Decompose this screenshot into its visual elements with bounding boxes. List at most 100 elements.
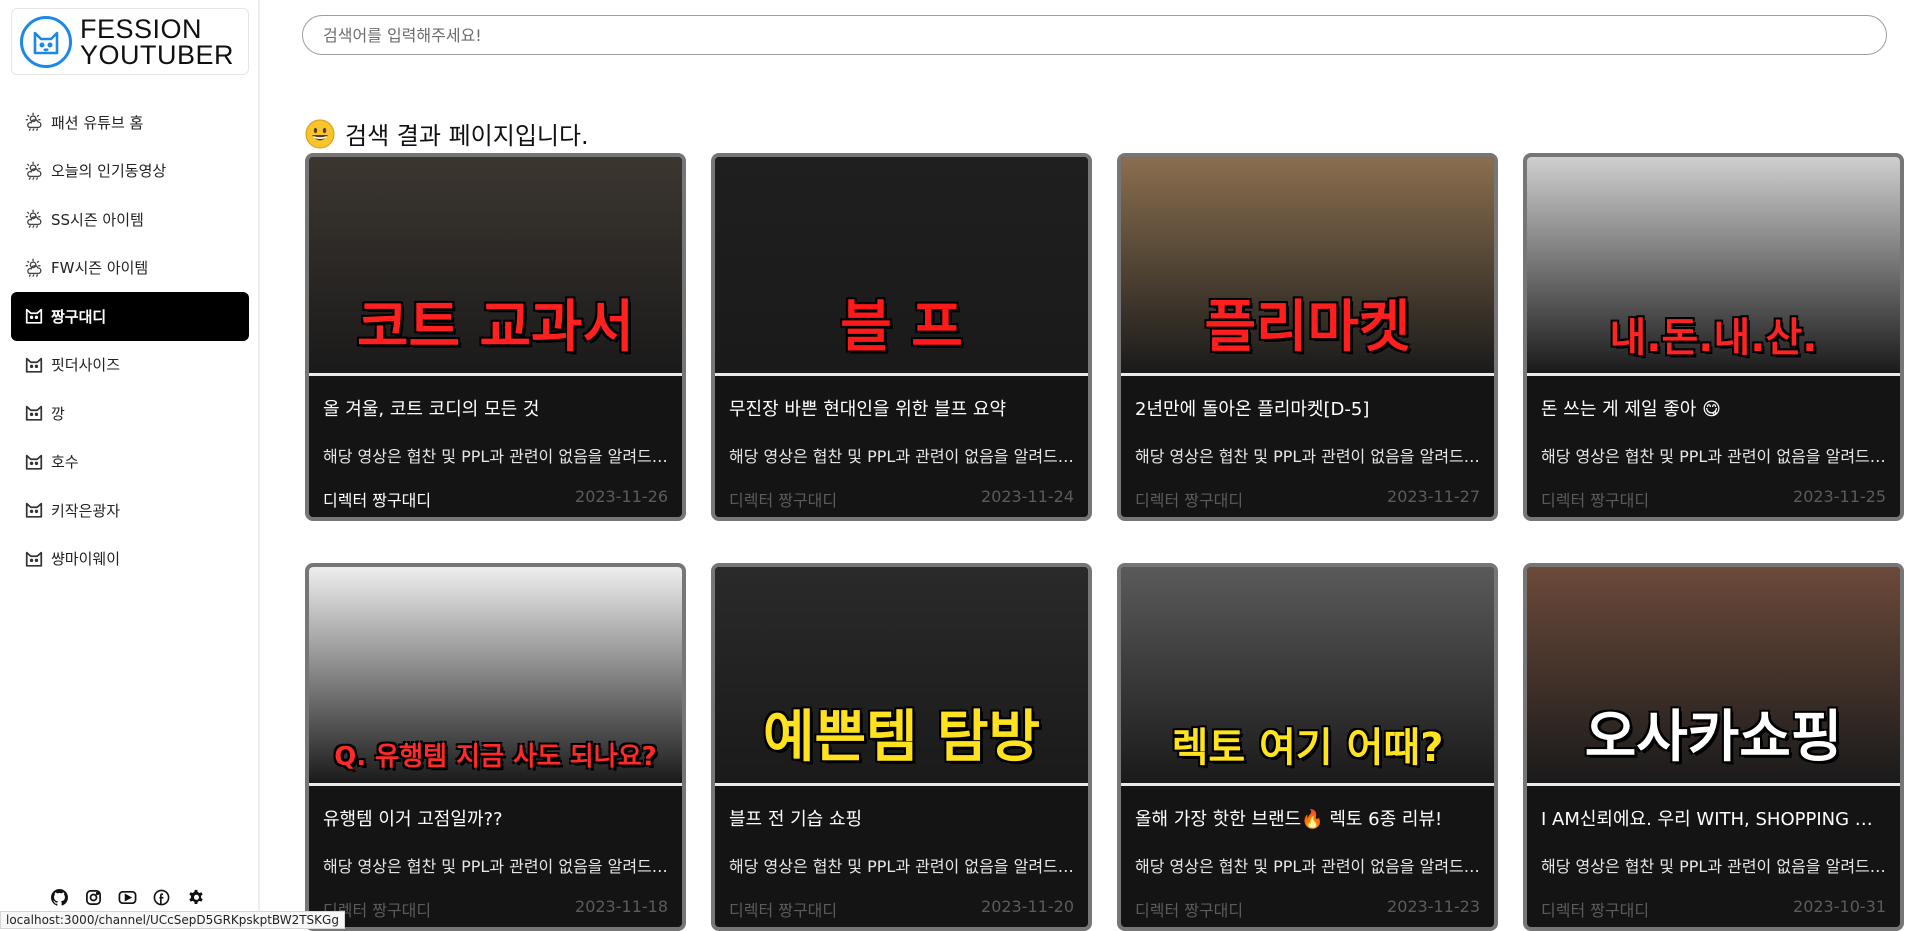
sidebar-item-10[interactable]: 썅마이웨이 — [11, 535, 249, 584]
video-card[interactable]: 내.돈.내.산. 돈 쓰는 게 제일 좋아 😋 해당 영상은 협찬 및 PPL과 관… — [1523, 153, 1904, 521]
sidebar-item-label: 썅마이웨이 — [51, 550, 121, 569]
video-description: 해당 영상은 협찬 및 PPL과 관련이 없음을 알려드립니다. — [1541, 447, 1886, 466]
thumbnail-caption: 오사카쇼핑 — [1584, 705, 1843, 770]
logo-line-2: YOUTUBER — [80, 39, 235, 70]
cat-icon — [23, 354, 45, 376]
video-card[interactable]: Q. 유행템 지금 사도 되나요? 유행템 이거 고점일까?? 해당 영상은 협찬 … — [305, 563, 686, 931]
upload-date: 2023-10-31 — [1793, 897, 1886, 916]
video-description: 해당 영상은 협찬 및 PPL과 관련이 없음을 알려드립니다. — [729, 447, 1074, 466]
sidebar-item-label: SS시즌 아이템 — [51, 210, 144, 229]
sidebar-item-8[interactable]: 호수 — [11, 438, 249, 487]
channel-name[interactable]: 디렉터 짱구대디 — [1541, 487, 1649, 511]
upload-date: 2023-11-24 — [981, 487, 1074, 506]
sun-cloud-icon — [23, 257, 45, 279]
sun-cloud-icon — [23, 160, 45, 182]
sidebar-item-label: 호수 — [51, 453, 79, 472]
video-title[interactable]: I AM신뢰에요. 우리 WITH, SHOPPING 어때요? — [1541, 805, 1886, 831]
logo-line-1: FESSION — [80, 13, 203, 44]
sidebar-item-4[interactable]: FW시즌 아이템 — [11, 244, 249, 293]
footer-icons — [50, 888, 205, 907]
video-description: 해당 영상은 협찬 및 PPL과 관련이 없음을 알려드립니다. — [729, 857, 1074, 876]
thumbnail-caption: Q. 유행템 지금 사도 되나요? — [334, 742, 657, 772]
youtube-icon[interactable] — [118, 888, 137, 907]
video-thumbnail[interactable]: 내.돈.내.산. — [1527, 157, 1900, 376]
cat-icon — [23, 548, 45, 570]
channel-name[interactable]: 디렉터 짱구대디 — [729, 487, 837, 511]
video-title[interactable]: 올해 가장 핫한 브랜드🔥 렉토 6종 리뷰! — [1135, 805, 1480, 831]
sidebar-item-label: 오늘의 인기동영상 — [51, 162, 167, 181]
sidebar-item-label: 깡 — [51, 404, 65, 423]
video-card[interactable]: 플리마켓 2년만에 돌아온 플리마켓[D-5] 해당 영상은 협찬 및 PPL과 관… — [1117, 153, 1498, 521]
upload-date: 2023-11-20 — [981, 897, 1074, 916]
sun-cloud-icon — [23, 208, 45, 230]
video-title[interactable]: 돈 쓰는 게 제일 좋아 😋 — [1541, 395, 1886, 421]
video-card[interactable]: 렉토 여기 어때? 올해 가장 핫한 브랜드🔥 렉토 6종 리뷰! 해당 영상은 협… — [1117, 563, 1498, 931]
upload-date: 2023-11-27 — [1387, 487, 1480, 506]
facebook-icon[interactable] — [152, 888, 171, 907]
video-thumbnail[interactable]: 오사카쇼핑 — [1527, 567, 1900, 786]
thumbnail-caption: 블 프 — [840, 295, 963, 360]
video-description: 해당 영상은 협찬 및 PPL과 관련이 없음을 알려드립니다. — [1135, 447, 1480, 466]
video-title[interactable]: 유행템 이거 고점일까?? — [323, 805, 668, 831]
channel-name[interactable]: 디렉터 짱구대디 — [1541, 897, 1649, 921]
sidebar-item-label: 짱구대디 — [51, 307, 107, 326]
video-card[interactable]: 예쁜템 탐방블프 전 기습 쇼핑해당 영상은 협찬 및 PPL과 관련이 없음을… — [711, 563, 1092, 931]
cat-icon — [23, 402, 45, 424]
page-title: 검색 결과 페이지입니다. — [345, 122, 589, 150]
video-thumbnail[interactable]: 예쁜템 탐방 — [715, 567, 1088, 786]
sidebar-item-2[interactable]: 오늘의 인기동영상 — [11, 147, 249, 196]
thumbnail-caption: 렉토 여기 어때? — [1171, 725, 1444, 771]
video-card[interactable]: 오사카쇼핑 I AM신뢰에요. 우리 WITH, SHOPPING 어때요? 해당 … — [1523, 563, 1904, 931]
sidebar-item-label: FW시즌 아이템 — [51, 259, 149, 278]
video-title[interactable]: 올 겨울, 코트 코디의 모든 것 — [323, 395, 668, 421]
thumbnail-caption: 코트 교과서 — [356, 295, 635, 360]
logo-text: FESSION YOUTUBER — [80, 13, 235, 70]
sidebar: FESSION YOUTUBER 패션 유튜브 홈오늘의 인기동영상 SS시즌 아… — [0, 0, 260, 929]
upload-date: 2023-11-26 — [575, 487, 668, 506]
video-card[interactable]: 블 프무진장 바쁜 현대인을 위한 블프 요약해당 영상은 협찬 및 PPL과 … — [711, 153, 1092, 521]
grinning-face-icon — [305, 119, 335, 149]
sidebar-item-3[interactable]: SS시즌 아이템 — [11, 195, 249, 244]
sidebar-item-1[interactable]: 패션 유튜브 홈 — [11, 98, 249, 147]
page-heading: 검색 결과 페이지입니다. — [305, 116, 589, 151]
sidebar-item-9[interactable]: 키작은광자 — [11, 486, 249, 535]
video-description: 해당 영상은 협찬 및 PPL과 관련이 없음을 알려드립니다. — [323, 857, 668, 876]
upload-date: 2023-11-25 — [1793, 487, 1886, 506]
sun-cloud-icon — [23, 111, 45, 133]
video-thumbnail[interactable]: 플리마켓 — [1121, 157, 1494, 376]
video-thumbnail[interactable]: 코트 교과서 — [309, 157, 682, 376]
channel-name[interactable]: 디렉터 짱구대디 — [729, 897, 837, 921]
sidebar-item-6[interactable]: 핏더사이즈 — [11, 341, 249, 390]
status-url: localhost:3000/channel/UCcSepD5GRKpskptB… — [0, 911, 345, 929]
video-thumbnail[interactable]: Q. 유행템 지금 사도 되나요? — [309, 567, 682, 786]
cat-icon — [23, 451, 45, 473]
channel-name[interactable]: 디렉터 짱구대디 — [1135, 897, 1243, 921]
sidebar-item-label: 핏더사이즈 — [51, 356, 121, 375]
search-input[interactable] — [302, 15, 1887, 55]
sidebar-item-5[interactable]: 짱구대디 — [11, 292, 249, 341]
logo[interactable]: FESSION YOUTUBER — [11, 8, 249, 75]
video-description: 해당 영상은 협찬 및 PPL과 관련이 없음을 알려드립니다. — [323, 447, 668, 466]
video-description: 해당 영상은 협찬 및 PPL과 관련이 없음을 알려드립니다. — [1541, 857, 1886, 876]
video-title[interactable]: 무진장 바쁜 현대인을 위한 블프 요약 — [729, 395, 1074, 421]
github-icon[interactable] — [50, 888, 69, 907]
video-title[interactable]: 블프 전 기습 쇼핑 — [729, 805, 1074, 831]
video-thumbnail[interactable]: 렉토 여기 어때? — [1121, 567, 1494, 786]
sidebar-item-7[interactable]: 깡 — [11, 389, 249, 438]
upload-date: 2023-11-18 — [575, 897, 668, 916]
channel-name[interactable]: 디렉터 짱구대디 — [1135, 487, 1243, 511]
thumbnail-caption: 예쁜템 탐방 — [762, 705, 1041, 770]
cat-icon — [23, 499, 45, 521]
cat-logo-icon — [20, 15, 72, 68]
channel-name[interactable]: 디렉터 짱구대디 — [323, 487, 431, 511]
instagram-icon[interactable] — [84, 888, 103, 907]
video-card[interactable]: 코트 교과서올 겨울, 코트 코디의 모든 것해당 영상은 협찬 및 PPL과 … — [305, 153, 686, 521]
video-thumbnail[interactable]: 블 프 — [715, 157, 1088, 376]
video-description: 해당 영상은 협찬 및 PPL과 관련이 없음을 알려드립니다. — [1135, 857, 1480, 876]
sidebar-nav: 패션 유튜브 홈오늘의 인기동영상 SS시즌 아이템 FW시즌 아이템짱구대디핏더사… — [11, 98, 249, 583]
settings-icon[interactable] — [186, 888, 205, 907]
cat-icon — [23, 305, 45, 327]
upload-date: 2023-11-23 — [1387, 897, 1480, 916]
video-title[interactable]: 2년만에 돌아온 플리마켓[D-5] — [1135, 395, 1480, 421]
thumbnail-caption: 플리마켓 — [1204, 295, 1411, 360]
